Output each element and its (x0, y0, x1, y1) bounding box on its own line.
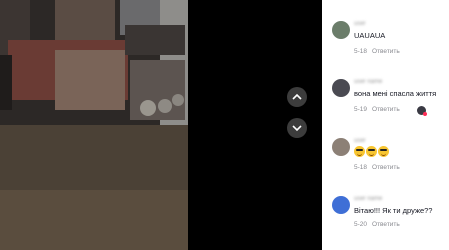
video-scene-image (0, 0, 188, 250)
comments-panel: user UAUAUA 5-18 Ответить user name вона … (322, 0, 449, 250)
comment-username[interactable]: user (354, 138, 366, 144)
avatar[interactable] (332, 196, 350, 214)
chevron-down-icon (292, 125, 302, 132)
avatar[interactable] (332, 21, 350, 39)
comment-date: 5-20 (354, 221, 368, 228)
comment-text: UAUAUA (354, 31, 386, 40)
previous-video-button[interactable] (287, 87, 307, 107)
comment-text: вона мені спасла життя (354, 89, 437, 98)
comment-username[interactable]: user (354, 21, 366, 27)
reply-button[interactable]: Ответить (372, 164, 400, 171)
comment-text: Вітаю!!! Як ти друже?? (354, 206, 433, 215)
comment-meta: 5-20 Ответить (354, 221, 400, 228)
chevron-up-icon (292, 93, 302, 100)
reply-button[interactable]: Ответить (372, 106, 400, 113)
comment-meta: 5-18 Ответить (354, 164, 400, 171)
reply-button[interactable]: Ответить (372, 48, 400, 55)
sunglasses-emoji-icon (354, 146, 365, 157)
creator-liked-avatar (417, 106, 427, 116)
comment-meta: 5-19 Ответить (354, 106, 400, 113)
comment-date: 5-19 (354, 106, 368, 113)
video-player[interactable] (0, 0, 322, 250)
comment-meta: 5-18 Ответить (354, 48, 400, 55)
sunglasses-emoji-icon (366, 146, 377, 157)
video-frame[interactable] (0, 0, 188, 250)
next-video-button[interactable] (287, 118, 307, 138)
sunglasses-emoji-icon (378, 146, 389, 157)
comment-username[interactable]: user name (354, 196, 382, 202)
comment-date: 5-18 (354, 164, 368, 171)
avatar[interactable] (332, 79, 350, 97)
comment-emojis (354, 146, 389, 157)
comment-username[interactable]: user name (354, 79, 382, 85)
reply-button[interactable]: Ответить (372, 221, 400, 228)
avatar[interactable] (332, 138, 350, 156)
comment-date: 5-18 (354, 48, 368, 55)
